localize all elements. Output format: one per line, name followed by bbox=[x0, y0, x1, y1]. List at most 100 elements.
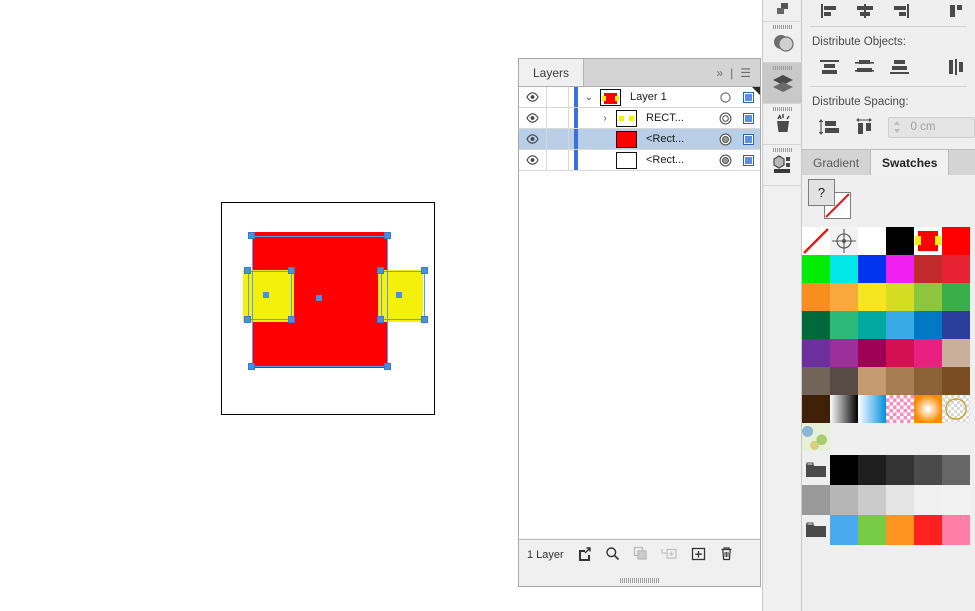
panel-grip[interactable] bbox=[773, 66, 793, 70]
layer-visibility-icon[interactable] bbox=[519, 87, 547, 107]
swatch-color[interactable] bbox=[858, 339, 886, 367]
fill-indicator[interactable]: ? bbox=[808, 179, 835, 206]
layer-thumbnail[interactable] bbox=[616, 130, 637, 148]
layer-expand-arrow[interactable]: ⌄ bbox=[578, 92, 600, 103]
layer-lock-cell[interactable] bbox=[547, 87, 569, 107]
swatch-color[interactable] bbox=[858, 367, 886, 395]
selection-handle[interactable] bbox=[421, 267, 428, 274]
panel-grip[interactable] bbox=[773, 107, 793, 111]
swatch-color[interactable] bbox=[830, 367, 858, 395]
spacing-value-input[interactable]: 0 cm bbox=[887, 116, 975, 138]
swatch-color[interactable] bbox=[802, 283, 830, 311]
layer-visibility-icon[interactable] bbox=[519, 150, 547, 170]
selection-handle[interactable] bbox=[384, 232, 391, 239]
swatch-color[interactable] bbox=[858, 255, 886, 283]
align-right-icon[interactable] bbox=[883, 0, 918, 24]
tab-layers[interactable]: Layers bbox=[519, 59, 585, 86]
layer-selection-swatch[interactable] bbox=[736, 133, 760, 145]
selection-handle[interactable] bbox=[421, 316, 428, 323]
layer-row[interactable]: ⌄ Layer 1 bbox=[519, 87, 760, 108]
swatch-color[interactable] bbox=[914, 339, 942, 367]
layer-lock-cell[interactable] bbox=[547, 129, 569, 149]
swatch-color[interactable] bbox=[942, 339, 970, 367]
swatch-none[interactable] bbox=[802, 227, 830, 255]
swatch-color[interactable] bbox=[858, 311, 886, 339]
swatch-pattern-map[interactable] bbox=[802, 423, 830, 451]
tab-swatches[interactable]: Swatches bbox=[871, 150, 950, 175]
release-to-layers-icon[interactable] bbox=[577, 546, 592, 564]
swatch-color[interactable] bbox=[858, 227, 886, 255]
swatch-color[interactable] bbox=[942, 255, 970, 283]
swatch-color[interactable] bbox=[942, 227, 970, 255]
swatch-color[interactable] bbox=[858, 515, 886, 545]
layer-expand-arrow[interactable]: › bbox=[594, 113, 616, 124]
delete-layer-icon[interactable] bbox=[719, 546, 734, 564]
layer-row[interactable]: <Rect... bbox=[519, 129, 760, 150]
layer-row[interactable]: <Rect... bbox=[519, 150, 760, 171]
swatch-color[interactable] bbox=[886, 311, 914, 339]
distribute-horizontal-center-icon[interactable] bbox=[940, 54, 975, 80]
swatch-color[interactable] bbox=[914, 455, 942, 485]
swatch-color[interactable] bbox=[942, 485, 970, 515]
align-horizontal-center-icon[interactable] bbox=[847, 0, 882, 24]
swatch-color[interactable] bbox=[914, 515, 942, 545]
selection-handle[interactable] bbox=[377, 316, 384, 323]
spacing-stepper[interactable] bbox=[889, 119, 905, 135]
layer-visibility-icon[interactable] bbox=[519, 129, 547, 149]
selection-handle[interactable] bbox=[248, 232, 255, 239]
swatch-gradient-black-white[interactable] bbox=[830, 395, 858, 423]
swatch-color[interactable] bbox=[914, 485, 942, 515]
locate-object-icon[interactable] bbox=[605, 546, 620, 564]
dock-item-partial[interactable] bbox=[763, 0, 803, 22]
symbols-panel-icon[interactable] bbox=[763, 145, 803, 186]
swatch-gradient-blue[interactable] bbox=[858, 395, 886, 423]
transparency-panel-icon[interactable] bbox=[763, 22, 803, 63]
swatch-color[interactable] bbox=[830, 455, 858, 485]
panel-grip[interactable] bbox=[773, 148, 793, 152]
layer-thumbnail[interactable] bbox=[600, 88, 621, 106]
swatch-color[interactable] bbox=[886, 255, 914, 283]
selection-handle[interactable] bbox=[248, 363, 255, 370]
swatch-color[interactable] bbox=[942, 455, 970, 485]
swatch-color[interactable] bbox=[914, 283, 942, 311]
panel-menu-icon[interactable]: ☰ bbox=[740, 66, 751, 80]
distribute-vertical-top-icon[interactable] bbox=[812, 54, 847, 80]
swatch-registration[interactable] bbox=[830, 227, 858, 255]
swatch-color[interactable] bbox=[914, 311, 942, 339]
layer-visibility-icon[interactable] bbox=[519, 108, 547, 128]
swatch-color[interactable] bbox=[886, 227, 914, 255]
layer-thumbnail[interactable] bbox=[616, 151, 637, 169]
tab-gradient[interactable]: Gradient bbox=[802, 150, 872, 175]
brushes-panel-icon[interactable] bbox=[763, 104, 803, 145]
layers-panel-icon[interactable] bbox=[763, 63, 803, 104]
swatch-color[interactable] bbox=[830, 255, 858, 283]
selection-handle[interactable] bbox=[244, 316, 251, 323]
collapse-panel-icon[interactable]: » bbox=[716, 66, 723, 80]
selection-handle[interactable] bbox=[377, 267, 384, 274]
swatch-pattern-circle[interactable] bbox=[942, 395, 970, 423]
layer-target-icon[interactable] bbox=[714, 154, 736, 167]
create-new-layer-icon[interactable] bbox=[691, 546, 706, 564]
layer-target-icon[interactable] bbox=[714, 91, 736, 104]
swatch-color[interactable] bbox=[830, 339, 858, 367]
swatch-color[interactable] bbox=[858, 283, 886, 311]
layer-selection-swatch[interactable] bbox=[736, 154, 760, 166]
panel-grip[interactable] bbox=[773, 25, 793, 29]
panel-resize-grip[interactable] bbox=[619, 578, 660, 583]
layer-lock-cell[interactable] bbox=[547, 108, 569, 128]
distribute-horizontal-spacing-icon[interactable] bbox=[848, 114, 884, 140]
swatch-color[interactable] bbox=[886, 339, 914, 367]
layer-row[interactable]: › RECT... bbox=[519, 108, 760, 129]
swatch-color[interactable] bbox=[942, 311, 970, 339]
swatch-color[interactable] bbox=[942, 283, 970, 311]
swatch-color[interactable] bbox=[886, 367, 914, 395]
swatch-color[interactable] bbox=[830, 515, 858, 545]
swatch-pattern-pink[interactable] bbox=[886, 395, 914, 423]
swatch-color[interactable] bbox=[802, 339, 830, 367]
swatch-color[interactable] bbox=[802, 395, 830, 423]
align-to-key-object-icon[interactable] bbox=[940, 0, 975, 24]
swatch-folder-icon[interactable] bbox=[802, 515, 830, 545]
swatch-gradient-radial-orange[interactable] bbox=[914, 395, 942, 423]
swatch-color[interactable] bbox=[802, 485, 830, 515]
distribute-vertical-bottom-icon[interactable] bbox=[883, 54, 918, 80]
